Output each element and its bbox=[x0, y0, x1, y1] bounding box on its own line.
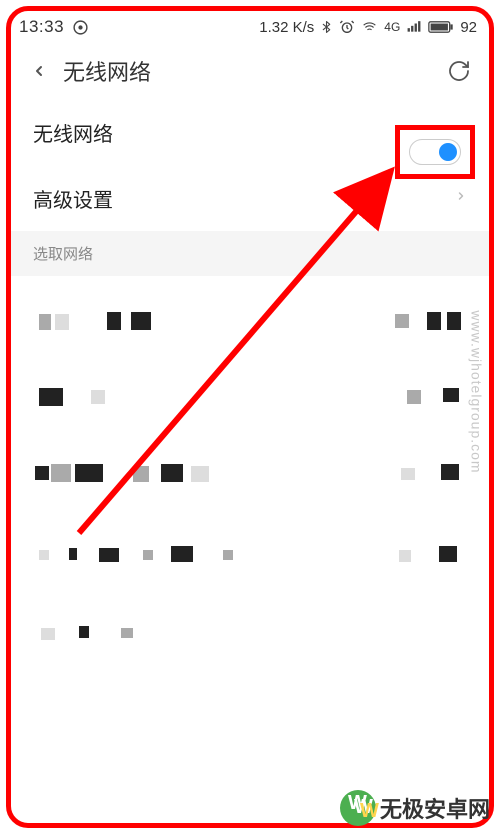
watermark-url: www.wjhotelgroup.com bbox=[468, 310, 484, 473]
signal-icon bbox=[406, 20, 422, 34]
status-time: 13:33 bbox=[19, 17, 64, 37]
list-item[interactable] bbox=[11, 354, 489, 434]
page-title: 无线网络 bbox=[63, 55, 443, 87]
refresh-button[interactable] bbox=[443, 55, 475, 87]
sync-icon bbox=[72, 19, 89, 36]
chevron-right-icon bbox=[455, 185, 467, 211]
back-button[interactable] bbox=[25, 57, 53, 85]
wifi-icon bbox=[361, 20, 378, 34]
status-netspeed: 1.32 K/s bbox=[259, 19, 314, 36]
status-signal-label: 4G bbox=[384, 20, 400, 34]
status-bar: 13:33 1.32 K/s 4G 92 bbox=[11, 11, 489, 43]
list-item[interactable] bbox=[11, 434, 489, 514]
network-list bbox=[11, 276, 489, 664]
list-item[interactable] bbox=[11, 594, 489, 664]
battery-icon bbox=[428, 20, 454, 34]
watermark-logo-icon: WWW bbox=[340, 790, 376, 826]
watermark-brand: WWW 无极安卓网 bbox=[340, 790, 490, 826]
annotation-highlight bbox=[395, 125, 475, 179]
nav-bar: 无线网络 bbox=[11, 43, 489, 99]
list-item[interactable] bbox=[11, 284, 489, 354]
section-select-network: 选取网络 bbox=[11, 231, 489, 276]
advanced-label: 高级设置 bbox=[33, 184, 455, 213]
list-item[interactable] bbox=[11, 514, 489, 594]
wifi-label: 无线网络 bbox=[33, 118, 379, 147]
wifi-toggle[interactable] bbox=[409, 139, 461, 165]
watermark-brand-text: 无极安卓网 bbox=[380, 792, 490, 824]
bluetooth-icon bbox=[320, 19, 333, 35]
alarm-icon bbox=[339, 19, 355, 35]
status-battery: 92 bbox=[460, 19, 477, 36]
